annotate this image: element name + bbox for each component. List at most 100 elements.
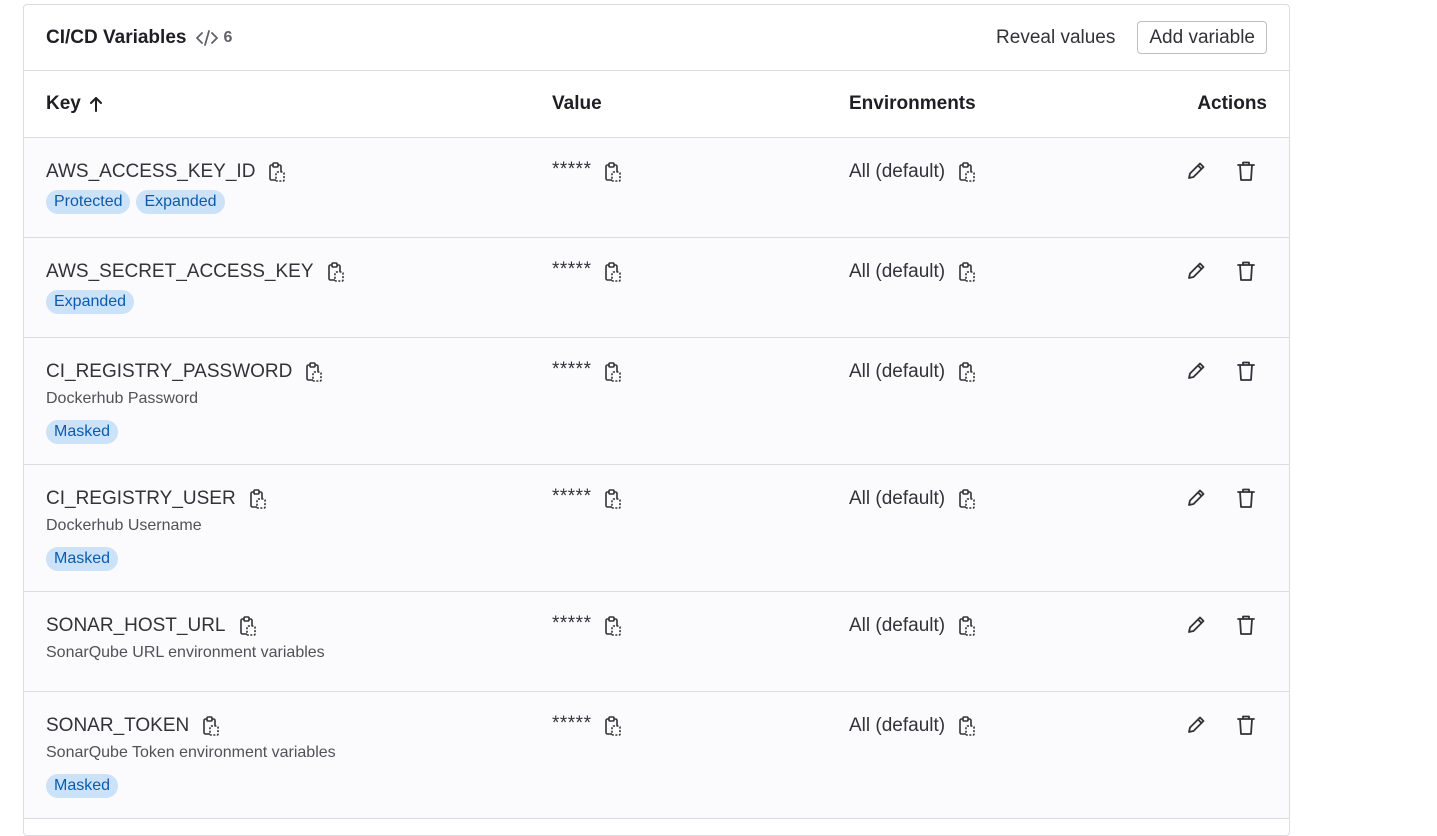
variable-description: SonarQube URL environment variables (46, 644, 325, 661)
masked-value: ***** (552, 713, 592, 734)
edit-pencil-icon[interactable] (1183, 358, 1209, 384)
key-line: CI_REGISTRY_PASSWORD (46, 360, 324, 384)
variable-badges: Expanded (46, 290, 346, 314)
cell-value: ***** (552, 359, 623, 384)
variable-badges: Protected Expanded (46, 190, 287, 214)
copy-environment-icon[interactable] (957, 361, 977, 383)
card-header: CI/CD Variables 6 Reveal values Add vari… (24, 5, 1289, 71)
cell-value: ***** (552, 486, 623, 511)
masked-value: ***** (552, 359, 592, 380)
column-header-value: Value (552, 93, 602, 114)
table-row: SONAR_TOKEN SonarQube Token environment v… (24, 692, 1289, 819)
environment-scope: All (default) (849, 161, 946, 182)
variable-badges: Masked (46, 774, 336, 798)
delete-trash-icon[interactable] (1233, 158, 1259, 184)
cell-environment: All (default) (849, 614, 977, 638)
key-line: AWS_ACCESS_KEY_ID (46, 160, 287, 184)
copy-value-icon[interactable] (603, 161, 623, 183)
copy-environment-icon[interactable] (957, 488, 977, 510)
cell-value: ***** (552, 613, 623, 638)
delete-trash-icon[interactable] (1233, 612, 1259, 638)
card-title: CI/CD Variables (46, 26, 187, 48)
cell-actions (1159, 158, 1259, 184)
cell-environment: All (default) (849, 360, 977, 384)
edit-pencil-icon[interactable] (1183, 485, 1209, 511)
arrow-up-icon (89, 97, 102, 112)
copy-environment-icon[interactable] (957, 615, 977, 637)
table-row: CI_REGISTRY_USER Dockerhub Username Masked… (24, 465, 1289, 592)
cell-key: CI_REGISTRY_USER Dockerhub Username Masked (46, 487, 268, 571)
cell-value: ***** (552, 713, 623, 738)
reveal-values-button[interactable]: Reveal values (984, 21, 1127, 55)
delete-trash-icon[interactable] (1233, 485, 1259, 511)
cell-environment: All (default) (849, 714, 977, 738)
column-header-key[interactable]: Key (46, 71, 103, 137)
environment-scope: All (default) (849, 615, 946, 636)
environment-scope: All (default) (849, 488, 946, 509)
column-header-actions: Actions (1197, 93, 1267, 114)
variable-key: SONAR_HOST_URL (46, 615, 226, 636)
variable-key: CI_REGISTRY_PASSWORD (46, 361, 293, 382)
cell-actions (1159, 358, 1259, 384)
masked-value: ***** (552, 259, 592, 280)
copy-key-icon[interactable] (326, 261, 346, 283)
edit-pencil-icon[interactable] (1183, 612, 1209, 638)
variable-count: 6 (196, 29, 232, 47)
variable-key: AWS_ACCESS_KEY_ID (46, 161, 256, 182)
masked-value: ***** (552, 613, 592, 634)
table-row: AWS_ACCESS_KEY_ID Protected Expanded ***** A… (24, 138, 1289, 238)
table-row: AWS_SECRET_ACCESS_KEY Expanded ***** All (d… (24, 238, 1289, 338)
cell-environment: All (default) (849, 260, 977, 284)
cell-key: SONAR_TOKEN SonarQube Token environment v… (46, 714, 336, 798)
copy-environment-icon[interactable] (957, 261, 977, 283)
delete-trash-icon[interactable] (1233, 358, 1259, 384)
edit-pencil-icon[interactable] (1183, 712, 1209, 738)
copy-value-icon[interactable] (603, 261, 623, 283)
copy-value-icon[interactable] (603, 615, 623, 637)
add-variable-button[interactable]: Add variable (1137, 21, 1267, 54)
variable-count-value: 6 (223, 28, 233, 46)
copy-environment-icon[interactable] (957, 161, 977, 183)
copy-value-icon[interactable] (603, 361, 623, 383)
cell-value: ***** (552, 259, 623, 284)
copy-key-icon[interactable] (304, 361, 324, 383)
table-row: SONAR_HOST_URL SonarQube URL environment … (24, 592, 1289, 692)
cell-value: ***** (552, 159, 623, 184)
copy-key-icon[interactable] (267, 161, 287, 183)
cell-key: SONAR_HOST_URL SonarQube URL environment … (46, 614, 325, 664)
copy-value-icon[interactable] (603, 715, 623, 737)
key-line: CI_REGISTRY_USER (46, 487, 268, 511)
key-line: SONAR_HOST_URL (46, 614, 325, 638)
status-badge: Masked (46, 420, 119, 444)
cell-environment: All (default) (849, 487, 977, 511)
copy-environment-icon[interactable] (957, 715, 977, 737)
environment-scope: All (default) (849, 261, 946, 282)
table-header: Key Value Environments Actions (24, 71, 1289, 138)
cell-actions (1159, 612, 1259, 638)
variable-description: Dockerhub Username (46, 517, 202, 534)
status-badge: Masked (46, 547, 119, 571)
cell-actions (1159, 485, 1259, 511)
cell-key: CI_REGISTRY_PASSWORD Dockerhub Password Ma… (46, 360, 324, 444)
code-icon (196, 29, 219, 46)
masked-value: ***** (552, 159, 592, 180)
status-badge: Expanded (136, 190, 225, 214)
edit-pencil-icon[interactable] (1183, 158, 1209, 184)
edit-pencil-icon[interactable] (1183, 258, 1209, 284)
ci-cd-variables-card: CI/CD Variables 6 Reveal values Add vari… (23, 4, 1290, 836)
delete-trash-icon[interactable] (1233, 712, 1259, 738)
cell-actions (1159, 712, 1259, 738)
status-badge: Expanded (46, 290, 135, 314)
variable-description: Dockerhub Password (46, 390, 199, 407)
environment-scope: All (default) (849, 361, 946, 382)
variable-key: CI_REGISTRY_USER (46, 488, 236, 509)
variable-key: SONAR_TOKEN (46, 715, 190, 736)
copy-key-icon[interactable] (201, 715, 221, 737)
copy-key-icon[interactable] (248, 488, 268, 510)
delete-trash-icon[interactable] (1233, 258, 1259, 284)
column-header-environments: Environments (849, 93, 976, 114)
header-actions: Reveal values Add variable (984, 21, 1267, 55)
variables-table-body: AWS_ACCESS_KEY_ID Protected Expanded ***** A… (24, 138, 1289, 819)
copy-key-icon[interactable] (238, 615, 258, 637)
copy-value-icon[interactable] (603, 488, 623, 510)
